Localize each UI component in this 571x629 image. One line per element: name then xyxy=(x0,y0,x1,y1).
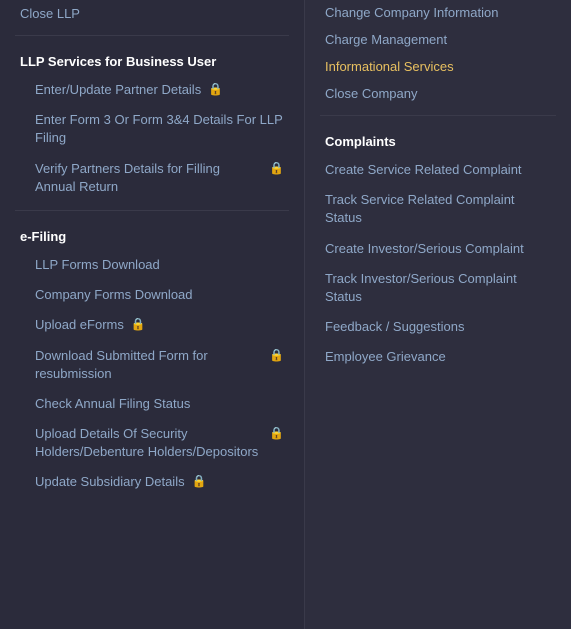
right-menu-charge-management[interactable]: Charge Management xyxy=(305,26,571,53)
right-menu-create-service-complaint[interactable]: Create Service Related Complaint xyxy=(305,155,571,185)
divider-2 xyxy=(15,210,289,211)
right-menu-track-service-complaint[interactable]: Track Service Related Complaint Status xyxy=(305,185,571,233)
menu-label: Track Investor/Serious Complaint Status xyxy=(325,270,551,306)
right-panel: Change Company Information Charge Manage… xyxy=(305,0,571,629)
right-menu-employee-grievance[interactable]: Employee Grievance xyxy=(305,342,571,372)
left-menu-update-subsidiary[interactable]: Update Subsidiary Details 🔒 xyxy=(0,467,304,497)
left-menu-item[interactable]: Enter Form 3 Or Form 3&4 Details For LLP… xyxy=(0,105,304,153)
lock-icon: 🔒 xyxy=(269,347,284,364)
left-menu-item[interactable]: Download Submitted Form for resubmission… xyxy=(0,341,304,389)
lock-icon: 🔒 xyxy=(192,473,207,490)
menu-label: Create Service Related Complaint xyxy=(325,161,522,179)
left-menu-item[interactable]: Verify Partners Details for Filling Annu… xyxy=(0,154,304,202)
left-menu-item[interactable]: Company Forms Download xyxy=(0,280,304,310)
right-menu-create-investor-complaint[interactable]: Create Investor/Serious Complaint xyxy=(305,234,571,264)
menu-item-label: Download Submitted Form for resubmission xyxy=(35,347,262,383)
lock-icon: 🔒 xyxy=(269,425,284,442)
menu-item-label: Company Forms Download xyxy=(35,286,193,304)
menu-item-label: Verify Partners Details for Filling Annu… xyxy=(35,160,262,196)
menu-label: Charge Management xyxy=(325,32,447,47)
left-menu-item[interactable]: Upload eForms 🔒 xyxy=(0,310,304,340)
llp-services-header: LLP Services for Business User xyxy=(0,44,304,75)
lock-icon: 🔒 xyxy=(208,81,223,98)
left-menu-item[interactable]: Enter/Update Partner Details 🔒 xyxy=(0,75,304,105)
lock-icon: 🔒 xyxy=(269,160,284,177)
right-menu-track-investor-complaint[interactable]: Track Investor/Serious Complaint Status xyxy=(305,264,571,312)
lock-icon: 🔒 xyxy=(131,316,146,333)
right-menu-change-company[interactable]: Change Company Information xyxy=(305,0,571,26)
divider-1 xyxy=(15,35,289,36)
divider-right xyxy=(320,115,556,116)
menu-label: Informational Services xyxy=(325,59,454,74)
menu-label: Track Service Related Complaint Status xyxy=(325,191,551,227)
menu-label: Close Company xyxy=(325,86,418,101)
menu-item-label: Upload eForms xyxy=(35,316,124,334)
menu-item-label: Upload Details Of Security Holders/Deben… xyxy=(35,425,262,461)
menu-label: Employee Grievance xyxy=(325,348,446,366)
left-menu-upload-security[interactable]: Upload Details Of Security Holders/Deben… xyxy=(0,419,304,467)
left-menu-item[interactable]: Check Annual Filing Status xyxy=(0,389,304,419)
menu-item-label: Check Annual Filing Status xyxy=(35,395,190,413)
menu-item-label: Update Subsidiary Details xyxy=(35,473,185,491)
right-menu-informational-services[interactable]: Informational Services xyxy=(305,53,571,80)
close-llp-item[interactable]: Close LLP xyxy=(0,0,304,27)
menu-item-label: Enter/Update Partner Details xyxy=(35,81,201,99)
right-menu-feedback-suggestions[interactable]: Feedback / Suggestions xyxy=(305,312,571,342)
left-panel: Close LLP LLP Services for Business User… xyxy=(0,0,305,629)
left-menu-item[interactable]: LLP Forms Download xyxy=(0,250,304,280)
efiling-header: e-Filing xyxy=(0,219,304,250)
complaints-header: Complaints xyxy=(305,124,571,155)
menu-item-label: LLP Forms Download xyxy=(35,256,160,274)
menu-label: Feedback / Suggestions xyxy=(325,318,464,336)
menu-label: Create Investor/Serious Complaint xyxy=(325,240,524,258)
right-menu-close-company[interactable]: Close Company xyxy=(305,80,571,107)
menu-item-label: Enter Form 3 Or Form 3&4 Details For LLP… xyxy=(35,111,284,147)
